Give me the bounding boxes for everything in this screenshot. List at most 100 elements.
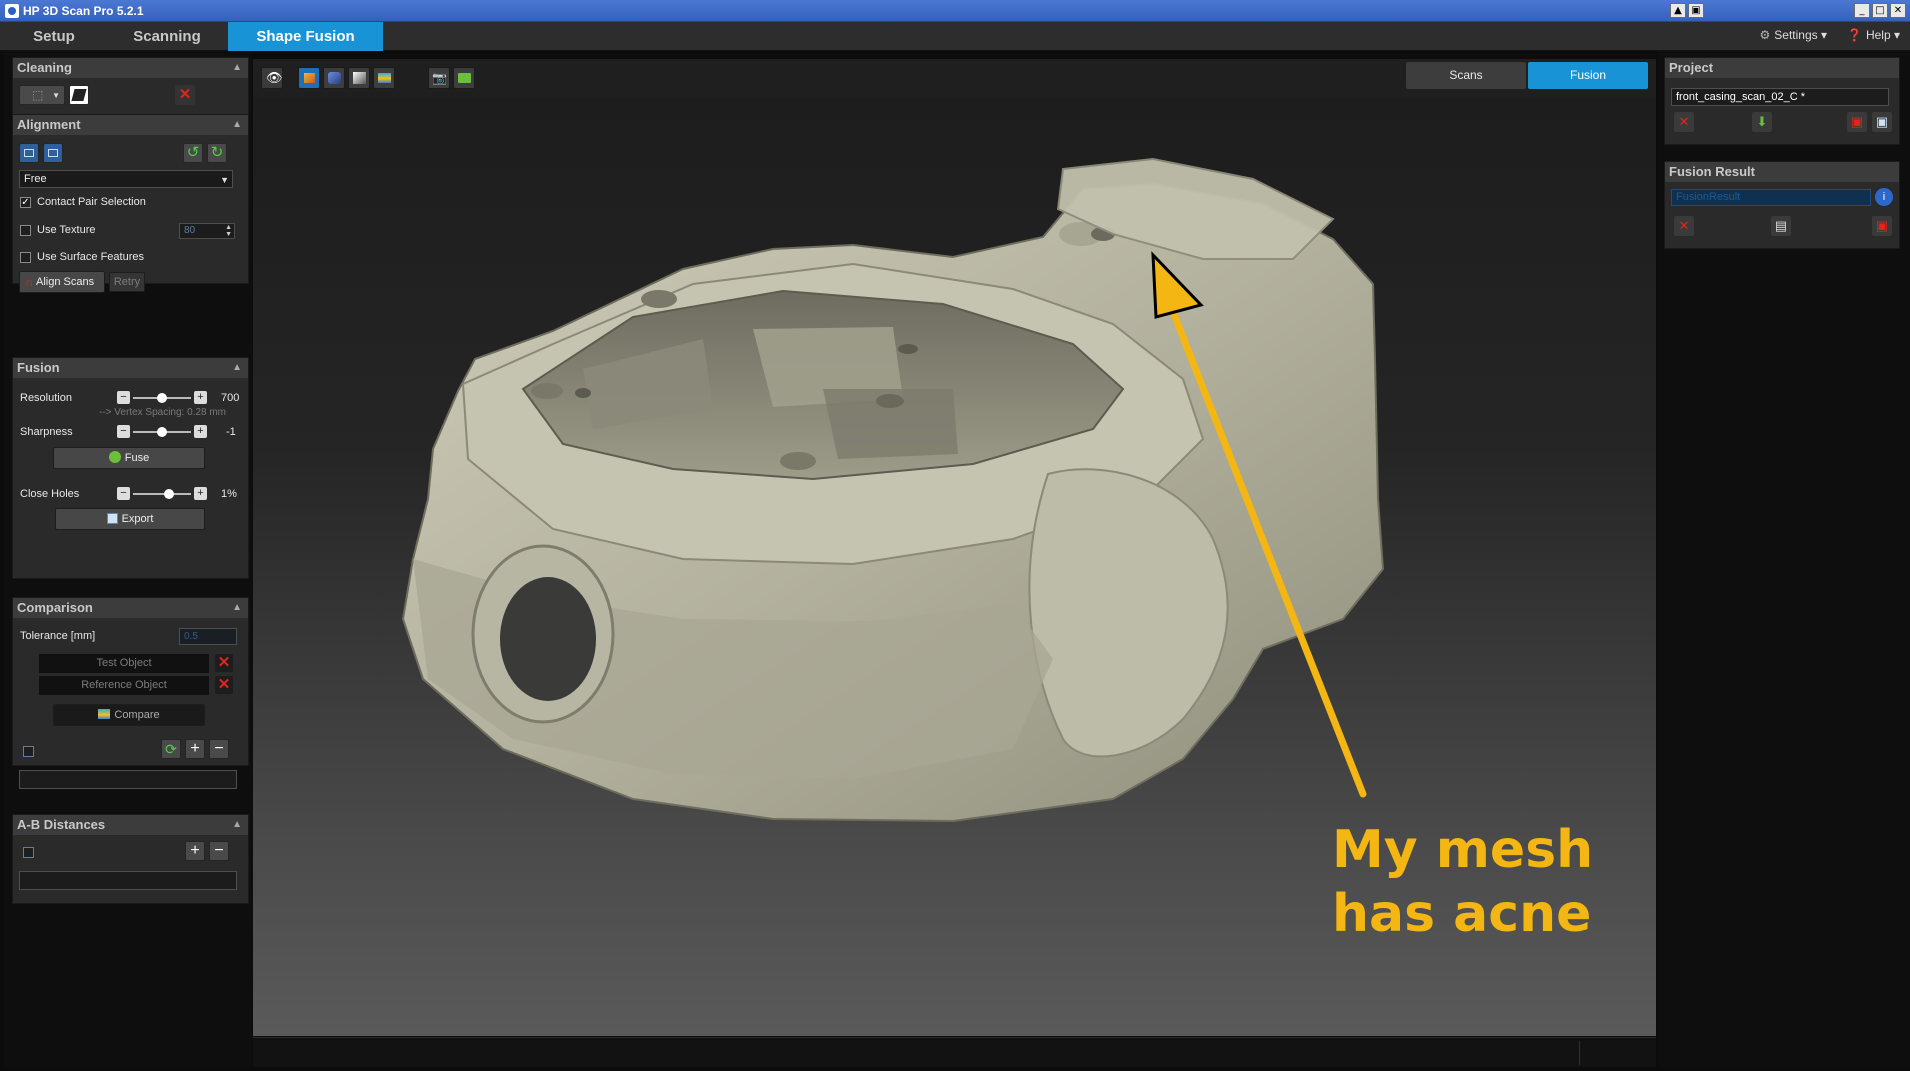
grid-view-button[interactable]: [19, 143, 39, 163]
redo-button[interactable]: ↻: [207, 143, 227, 163]
resolution-value: 700: [221, 392, 240, 404]
fusion-result-title: Fusion Result: [1669, 164, 1755, 179]
plus-icon[interactable]: +: [194, 425, 207, 438]
sharpness-label: Sharpness: [20, 426, 73, 438]
export-label: Export: [121, 513, 154, 525]
close-holes-slider[interactable]: − +: [117, 487, 207, 501]
use-surface-checkbox[interactable]: [20, 252, 31, 263]
slider-knob[interactable]: [157, 393, 167, 403]
slider-knob[interactable]: [157, 427, 167, 437]
tab-shape-fusion[interactable]: Shape Fusion: [228, 22, 383, 51]
sharpness-slider[interactable]: − +: [117, 425, 207, 439]
deviation-map-icon[interactable]: [373, 67, 395, 89]
retry-button[interactable]: Retry: [109, 272, 145, 292]
texture-mode-icon[interactable]: [298, 67, 320, 89]
plus-icon[interactable]: +: [194, 391, 207, 404]
remove-test-object-button[interactable]: ✕: [215, 654, 233, 672]
settings-label: Settings ▾: [1774, 28, 1827, 42]
selection-tool-dropdown[interactable]: ⬚ ▼: [19, 85, 65, 105]
contact-pair-label: Contact Pair Selection: [37, 196, 146, 208]
gear-icon: ⚙: [1759, 28, 1771, 42]
cleaning-title: Cleaning: [17, 60, 72, 75]
fusion-result-header[interactable]: Fusion Result: [1665, 162, 1899, 182]
resolution-label: Resolution: [20, 392, 72, 404]
add-button[interactable]: +: [185, 739, 205, 759]
undo-button[interactable]: ↺: [183, 143, 203, 163]
project-header[interactable]: Project: [1665, 58, 1899, 78]
folder-icon[interactable]: [453, 67, 475, 89]
view-tab-scans[interactable]: Scans: [1406, 62, 1526, 89]
invert-icon: [71, 89, 87, 101]
fusion-result-item[interactable]: FusionResult: [1671, 189, 1871, 206]
fuse-icon: [108, 451, 121, 463]
minus-icon[interactable]: −: [117, 425, 130, 438]
remove-reference-object-button[interactable]: ✕: [215, 676, 233, 694]
tolerance-label: Tolerance [mm]: [20, 630, 96, 642]
collapse-icon: ▲: [232, 119, 242, 130]
close-holes-label: Close Holes: [20, 488, 80, 500]
save-icon[interactable]: ▣: [1872, 112, 1892, 132]
view-tab-fusion[interactable]: Fusion: [1528, 62, 1648, 89]
plus-icon[interactable]: +: [194, 487, 207, 500]
contact-pair-checkbox[interactable]: ✓: [20, 197, 31, 208]
close-button[interactable]: ✕: [1890, 3, 1906, 18]
boss-hole-shape: [641, 290, 677, 308]
save-result-icon[interactable]: ▣: [1872, 216, 1892, 236]
alignment-header[interactable]: Alignment ▲: [13, 115, 248, 135]
properties-icon[interactable]: ▤: [1771, 216, 1791, 236]
camera-icon[interactable]: 📷: [428, 67, 450, 89]
cleaning-header[interactable]: Cleaning ▲: [13, 58, 248, 78]
comparison-checkbox[interactable]: [23, 746, 34, 757]
delete-result-button[interactable]: ✕: [1674, 216, 1694, 236]
fuse-button[interactable]: Fuse: [53, 447, 205, 469]
texture-spinbox[interactable]: 80 ▲ ▼: [179, 223, 235, 239]
shaded-mode-icon[interactable]: [323, 67, 345, 89]
tab-setup[interactable]: Setup: [0, 22, 108, 51]
info-icon[interactable]: i: [1875, 188, 1893, 206]
restore-inner-icon[interactable]: ▣: [1688, 3, 1704, 18]
list-view-button[interactable]: [43, 143, 63, 163]
remove-button[interactable]: −: [209, 841, 229, 861]
comparison-list[interactable]: [19, 770, 237, 789]
delete-selection-button[interactable]: ✕: [175, 85, 195, 105]
save-as-icon[interactable]: ▣: [1847, 112, 1867, 132]
tolerance-input[interactable]: 0.5: [179, 628, 237, 645]
minimize-button[interactable]: _: [1854, 3, 1870, 18]
ab-distances-list[interactable]: [19, 871, 237, 890]
alignment-mode-select[interactable]: Free ▼: [19, 170, 233, 188]
import-icon[interactable]: ⬇: [1752, 112, 1772, 132]
refresh-button[interactable]: ⟳: [161, 739, 181, 759]
magnet-icon: ∩: [25, 275, 34, 289]
fusion-header[interactable]: Fusion ▲: [13, 358, 248, 378]
delete-project-button[interactable]: ✕: [1674, 112, 1694, 132]
top-right-menu: ⚙ Settings ▾ ❓ Help ▾: [1760, 28, 1900, 42]
eye-icon[interactable]: 👁: [261, 67, 283, 89]
tab-scanning[interactable]: Scanning: [112, 22, 222, 51]
maximize-button[interactable]: □: [1872, 3, 1888, 18]
test-object-field[interactable]: Test Object: [39, 654, 209, 673]
minus-icon[interactable]: −: [117, 391, 130, 404]
ab-distances-header[interactable]: A-B Distances ▲: [13, 815, 248, 835]
minus-icon[interactable]: −: [117, 487, 130, 500]
invert-selection-button[interactable]: [69, 85, 89, 105]
chevron-down-icon: ▼: [52, 91, 60, 100]
use-texture-checkbox[interactable]: [20, 225, 31, 236]
ab-distances-checkbox[interactable]: [23, 847, 34, 858]
help-menu[interactable]: ❓ Help ▾: [1847, 28, 1900, 42]
gradient-mode-icon[interactable]: [348, 67, 370, 89]
scroll-up-icon[interactable]: ▲: [1670, 3, 1686, 18]
align-scans-button[interactable]: ∩ Align Scans: [19, 271, 105, 293]
remove-button[interactable]: −: [209, 739, 229, 759]
add-button[interactable]: +: [185, 841, 205, 861]
resolution-slider[interactable]: − +: [117, 391, 207, 405]
settings-menu[interactable]: ⚙ Settings ▾: [1760, 28, 1827, 42]
status-separator: [1579, 1041, 1580, 1065]
slider-knob[interactable]: [164, 489, 175, 499]
reference-object-field[interactable]: Reference Object: [39, 676, 209, 695]
window-title: HP 3D Scan Pro 5.2.1: [23, 4, 144, 18]
export-button[interactable]: Export: [55, 508, 205, 530]
compare-button[interactable]: Compare: [53, 704, 205, 726]
comparison-header[interactable]: Comparison ▲: [13, 598, 248, 618]
spin-arrows-icon: ▲ ▼: [225, 224, 232, 238]
project-name-field[interactable]: front_casing_scan_02_C *: [1671, 88, 1889, 106]
